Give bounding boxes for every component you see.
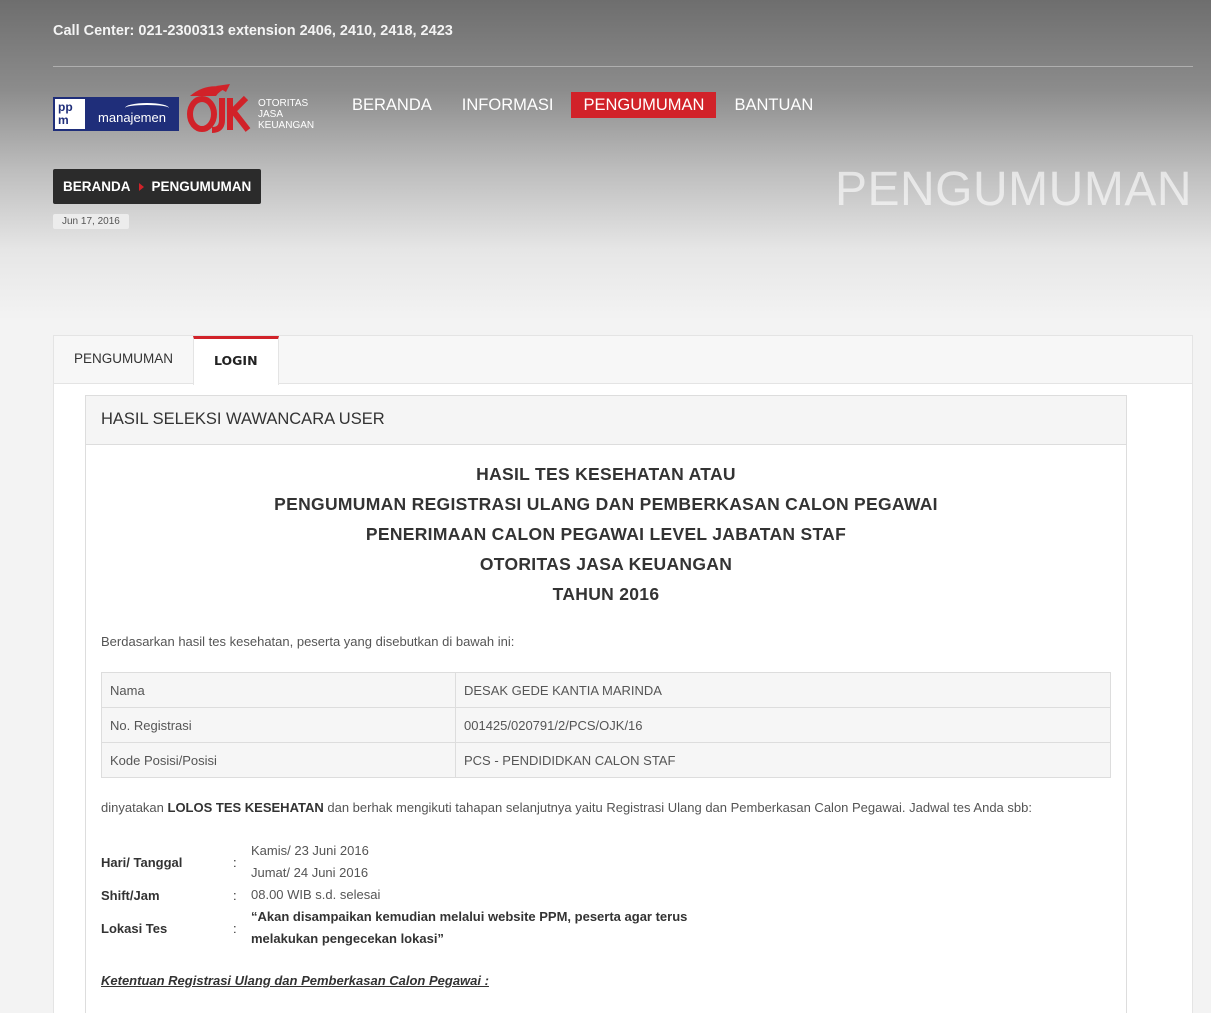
ojk-logo[interactable]: OTORITAS JASA KEUANGAN — [186, 82, 316, 134]
participant-table: Nama DESAK GEDE KANTIA MARINDA No. Regis… — [101, 672, 1111, 778]
ppm-swoosh-icon — [125, 103, 169, 113]
nav-pengumuman[interactable]: PENGUMUMAN — [571, 92, 717, 118]
post-date: Jun 17, 2016 — [53, 214, 129, 229]
tab-pengumuman[interactable]: PENGUMUMAN — [54, 336, 193, 383]
table-cell-label: Nama — [101, 672, 456, 708]
schedule-location-values: “Akan disampaikan kemudian melalui websi… — [251, 906, 687, 950]
schedule-colon: : — [233, 920, 237, 936]
schedule-colon: : — [233, 887, 237, 903]
schedule-location-2: melakukan pengecekan lokasi” — [251, 931, 444, 946]
intro-text: Berdasarkan hasil tes kesehatan, peserta… — [101, 634, 515, 649]
table-row: No. Registrasi 001425/020791/2/PCS/OJK/1… — [101, 707, 1111, 743]
table-cell-label: Kode Posisi/Posisi — [101, 742, 456, 778]
schedule-block: Hari/ Tanggal : Kamis/ 23 Juni 2016 Juma… — [101, 840, 687, 950]
ojk-logo-icon: OTORITAS JASA KEUANGAN — [187, 84, 314, 133]
schedule-shift-value: 08.00 WIB s.d. selesai — [251, 887, 381, 902]
page-title: PENGUMUMAN — [834, 163, 1192, 216]
announcement-card: HASIL SELEKSI WAWANCARA USER HASIL TES K… — [85, 395, 1127, 1013]
schedule-location-1: “Akan disampaikan kemudian melalui websi… — [251, 909, 688, 924]
nav-beranda[interactable]: BERANDA — [340, 92, 444, 118]
breadcrumb-home[interactable]: BERANDA — [63, 179, 131, 194]
ojk-text-2: JASA — [258, 109, 283, 120]
table-row: Kode Posisi/Posisi PCS - PENDIDIDKAN CAL… — [101, 742, 1111, 778]
breadcrumb-arrow-icon — [138, 182, 144, 191]
schedule-date-label: Hari/ Tanggal — [101, 854, 183, 870]
title-line-2: PENGUMUMAN REGISTRASI ULANG DAN PEMBERKA… — [274, 494, 938, 514]
card-header: HASIL SELEKSI WAWANCARA USER — [86, 396, 1126, 445]
tab-login[interactable]: LOGIN — [193, 336, 279, 385]
breadcrumb-current: PENGUMUMAN — [151, 179, 252, 194]
table-row: Nama DESAK GEDE KANTIA MARINDA — [101, 672, 1111, 708]
nav-informasi[interactable]: INFORMASI — [450, 92, 566, 118]
table-cell-value: 001425/020791/2/PCS/OJK/16 — [455, 707, 1111, 743]
schedule-location-label: Lokasi Tes — [101, 920, 168, 936]
document-title: HASIL TES KESEHATAN ATAU PENGUMUMAN REGI… — [86, 459, 1126, 609]
schedule-date-1: Kamis/ 23 Juni 2016 — [251, 843, 369, 858]
header-divider — [53, 66, 1193, 67]
table-cell-value: DESAK GEDE KANTIA MARINDA — [455, 672, 1111, 708]
ojk-text-1: OTORITAS — [258, 98, 309, 109]
result-status: LOLOS TES KESEHATAN — [167, 800, 324, 815]
schedule-date-values: Kamis/ 23 Juni 2016 Jumat/ 24 Juni 2016 — [251, 840, 369, 884]
schedule-colon: : — [233, 854, 237, 870]
schedule-shift-label: Shift/Jam — [101, 887, 160, 903]
result-prefix: dinyatakan — [101, 800, 168, 815]
title-line-4: OTORITAS JASA KEUANGAN — [479, 554, 733, 574]
ppm-wordmark: manajemen — [87, 99, 177, 129]
content-panel: PENGUMUMAN LOGIN HASIL SELEKSI WAWANCARA… — [53, 335, 1193, 1013]
ppm-monogram: pp m — [55, 99, 87, 129]
breadcrumb: BERANDA PENGUMUMAN — [53, 169, 262, 204]
nav-bantuan[interactable]: BANTUAN — [722, 92, 825, 118]
schedule-row-shift: Shift/Jam : 08.00 WIB s.d. selesai — [101, 884, 687, 906]
result-text: dinyatakan LOLOS TES KESEHATAN dan berha… — [101, 800, 1126, 815]
table-cell-value: PCS - PENDIDIDKAN CALON STAF — [455, 742, 1111, 778]
ketentuan-heading: Ketentuan Registrasi Ulang dan Pemberkas… — [101, 973, 489, 988]
table-cell-label: No. Registrasi — [101, 707, 456, 743]
ojk-text-3: KEUANGAN — [258, 120, 314, 131]
title-line-5: TAHUN 2016 — [552, 584, 660, 604]
title-line-1: HASIL TES KESEHATAN ATAU — [476, 464, 736, 484]
result-suffix: dan berhak mengikuti tahapan selanjutnya… — [323, 800, 1032, 815]
tab-bar: PENGUMUMAN LOGIN — [54, 336, 1192, 385]
main-nav: BERANDA INFORMASI PENGUMUMAN BANTUAN — [340, 92, 831, 118]
schedule-row-location: Lokasi Tes : “Akan disampaikan kemudian … — [101, 906, 687, 950]
schedule-row-date: Hari/ Tanggal : Kamis/ 23 Juni 2016 Juma… — [101, 840, 687, 884]
call-center-text: Call Center: 021-2300313 extension 2406,… — [53, 23, 453, 39]
title-line-3: PENERIMAAN CALON PEGAWAI LEVEL JABATAN S… — [365, 524, 847, 544]
ppm-logo[interactable]: pp m manajemen — [53, 97, 179, 131]
schedule-date-2: Jumat/ 24 Juni 2016 — [251, 865, 369, 880]
